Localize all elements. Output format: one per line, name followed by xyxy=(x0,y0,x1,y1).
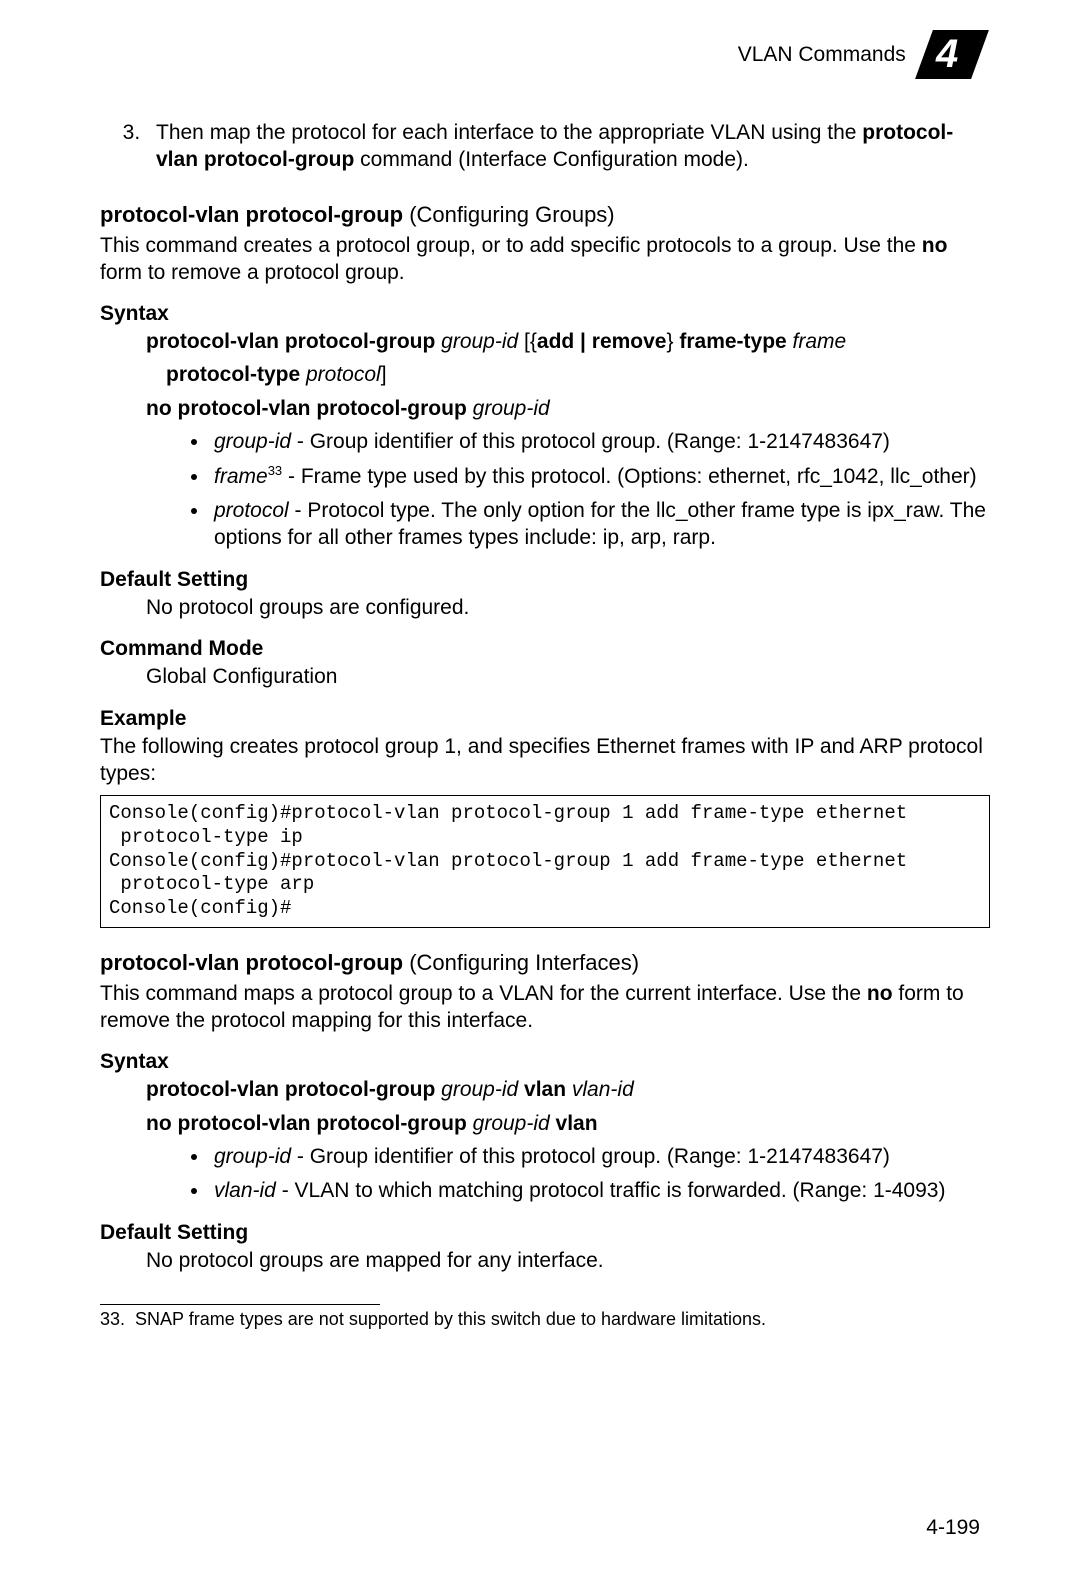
syntax-line-2: protocol-type protocol] xyxy=(166,361,990,388)
default-setting-text: No protocol groups are configured. xyxy=(146,594,990,621)
list-item: protocol - Protocol type. The only optio… xyxy=(210,497,990,552)
page: VLAN Commands 4 Then map the protocol fo… xyxy=(0,0,1080,1570)
syntax-heading-2: Syntax xyxy=(100,1050,990,1074)
numbered-step-list: Then map the protocol for each interface… xyxy=(100,119,990,174)
section-title-configuring-interfaces: protocol-vlan protocol-group (Configurin… xyxy=(100,950,990,976)
syntax-heading: Syntax xyxy=(100,302,990,326)
section2-description: This command maps a protocol group to a … xyxy=(100,980,990,1035)
footnote-33: 33. SNAP frame types are not supported b… xyxy=(100,1309,990,1330)
command-mode-heading: Command Mode xyxy=(100,637,990,661)
default-setting-text-2: No protocol groups are mapped for any in… xyxy=(146,1247,990,1274)
section-title-configuring-groups: protocol-vlan protocol-group (Configurin… xyxy=(100,202,990,228)
param-list-1: group-id - Group identifier of this prot… xyxy=(210,428,990,552)
step-3: Then map the protocol for each interface… xyxy=(146,119,990,174)
footnote-divider xyxy=(100,1304,380,1305)
chapter-number-icon: 4 xyxy=(915,30,989,79)
console-output: Console(config)#protocol-vlan protocol-g… xyxy=(100,795,990,928)
syntax-line-1: protocol-vlan protocol-group group-id [{… xyxy=(146,328,990,355)
page-header: VLAN Commands 4 xyxy=(100,30,990,79)
list-item: group-id - Group identifier of this prot… xyxy=(210,1143,990,1171)
header-title: VLAN Commands xyxy=(738,43,906,67)
page-number: 4-199 xyxy=(926,1516,980,1540)
section1-description: This command creates a protocol group, o… xyxy=(100,232,990,287)
command-mode-text: Global Configuration xyxy=(146,663,990,690)
param-list-2: group-id - Group identifier of this prot… xyxy=(210,1143,990,1204)
example-intro: The following creates protocol group 1, … xyxy=(100,733,990,788)
list-item: group-id - Group identifier of this prot… xyxy=(210,428,990,456)
syntax2-line-2: no protocol-vlan protocol-group group-id… xyxy=(146,1110,990,1137)
list-item: frame33 - Frame type used by this protoc… xyxy=(210,462,990,491)
syntax2-line-1: protocol-vlan protocol-group group-id vl… xyxy=(146,1076,990,1103)
example-heading: Example xyxy=(100,707,990,731)
default-setting-heading-2: Default Setting xyxy=(100,1221,990,1245)
default-setting-heading: Default Setting xyxy=(100,568,990,592)
syntax-line-3: no protocol-vlan protocol-group group-id xyxy=(146,395,990,422)
list-item: vlan-id - VLAN to which matching protoco… xyxy=(210,1177,990,1205)
